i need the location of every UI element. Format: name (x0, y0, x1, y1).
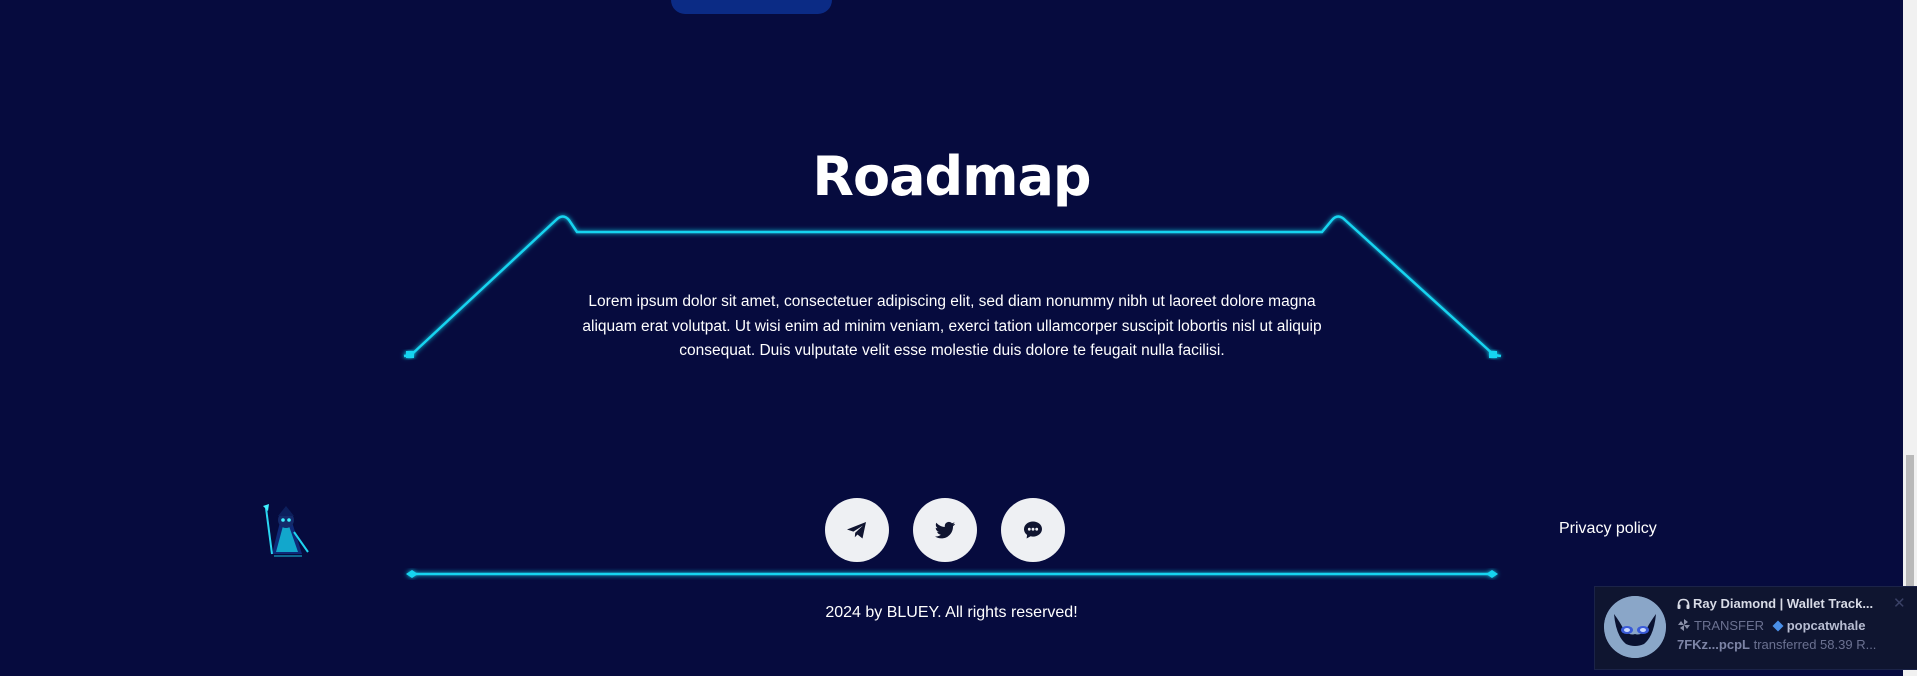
chat-button[interactable] (1001, 498, 1065, 562)
roadmap-title: Roadmap (812, 145, 1091, 208)
twitter-button[interactable] (913, 498, 977, 562)
wallet-tracker-notification[interactable]: Ray Diamond | Wallet Track... TRANSFER p… (1595, 587, 1917, 669)
footer-divider (406, 570, 1498, 578)
telegram-button[interactable] (825, 498, 889, 562)
page: Roadmap Lorem ipsum dolor sit amet, cons… (0, 0, 1917, 676)
toast-avatar (1604, 596, 1666, 658)
diamond-icon (1772, 620, 1784, 632)
transfer-type-label: TRANSFER (1694, 618, 1765, 633)
privacy-policy-link[interactable]: Privacy policy (1559, 520, 1657, 538)
telegram-icon (847, 522, 866, 539)
pinwheel-icon (1678, 619, 1690, 631)
page-scrollbar[interactable] (1903, 0, 1917, 676)
top-cta-button[interactable] (671, 0, 832, 14)
close-icon[interactable]: ✕ (1893, 594, 1906, 612)
transfer-username: popcatwhale (1786, 618, 1866, 633)
wizard-mascot-icon[interactable] (258, 502, 314, 562)
transfer-message: transferred 58.39 R... (1753, 637, 1877, 652)
roadmap-description: Lorem ipsum dolor sit amet, consectetuer… (582, 293, 1322, 359)
toast-title: Ray Diamond | Wallet Track... (1677, 596, 1873, 611)
headset-icon (1677, 598, 1690, 609)
twitter-icon (935, 521, 955, 539)
toast-transfer-line: TRANSFER popcatwhale (1677, 618, 1865, 633)
toast-title-text: Ray Diamond | Wallet Track... (1693, 596, 1874, 611)
toast-message-line: 7FKz...pcpL transferred 58.39 R... (1677, 637, 1876, 652)
wallet-address: 7FKz...pcpL (1677, 637, 1750, 652)
chat-bubble-icon (1024, 521, 1042, 539)
